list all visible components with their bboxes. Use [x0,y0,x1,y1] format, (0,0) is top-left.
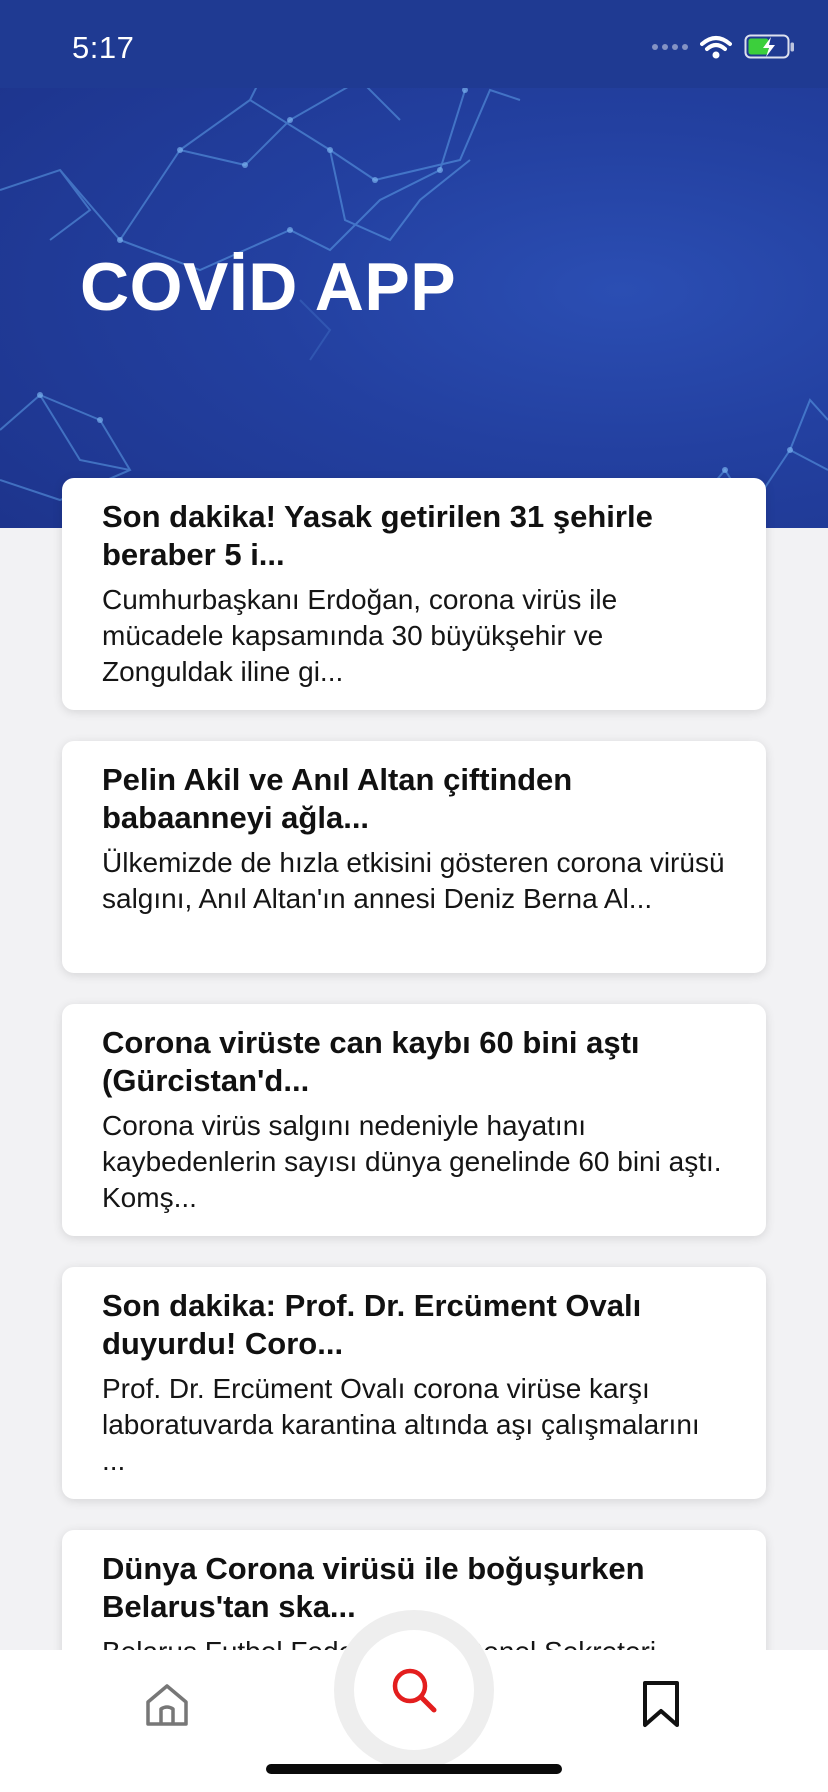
news-card[interactable]: Pelin Akil ve Anıl Altan çiftinden babaa… [62,741,766,973]
news-card[interactable]: Son dakika! Yasak getirilen 31 şehirle b… [62,478,766,710]
search-button[interactable] [354,1630,474,1750]
news-title: Son dakika! Yasak getirilen 31 şehirle b… [102,499,653,572]
news-card[interactable]: Son dakika: Prof. Dr. Ercüment Ovalı duy… [62,1267,766,1499]
news-title: Pelin Akil ve Anıl Altan çiftinden babaa… [102,762,573,835]
wifi-icon [700,36,732,59]
app-title: COVİD APP [80,249,457,325]
news-card[interactable]: Corona virüste can kaybı 60 bini aştı (G… [62,1004,766,1236]
status-bar: 5:17 [0,0,828,88]
news-description: Corona virüs salgını nedeniyle hayatını … [102,1110,722,1213]
home-indicator [266,1764,562,1774]
news-description: Cumhurbaşkanı Erdoğan, corona virüs ile … [102,584,618,687]
status-icons [652,34,796,60]
status-time: 5:17 [72,30,135,65]
news-description: Prof. Dr. Ercüment Ovalı corona virüse k… [102,1373,700,1476]
signal-dots-icon [652,44,688,50]
home-icon[interactable] [144,1682,190,1728]
news-list: Son dakika! Yasak getirilen 31 şehirle b… [62,478,766,1792]
news-description: Ülkemizde de hızla etkisini gösteren cor… [102,847,725,914]
battery-charging-icon [744,34,794,59]
news-title: Corona virüste can kaybı 60 bini aştı (G… [102,1025,640,1098]
bookmark-icon[interactable] [640,1680,682,1728]
news-title: Son dakika: Prof. Dr. Ercüment Ovalı duy… [102,1288,642,1361]
screen: COVİD APP 5:17 Son dakika! Yasak getiril… [0,0,828,1792]
search-icon [392,1668,437,1713]
